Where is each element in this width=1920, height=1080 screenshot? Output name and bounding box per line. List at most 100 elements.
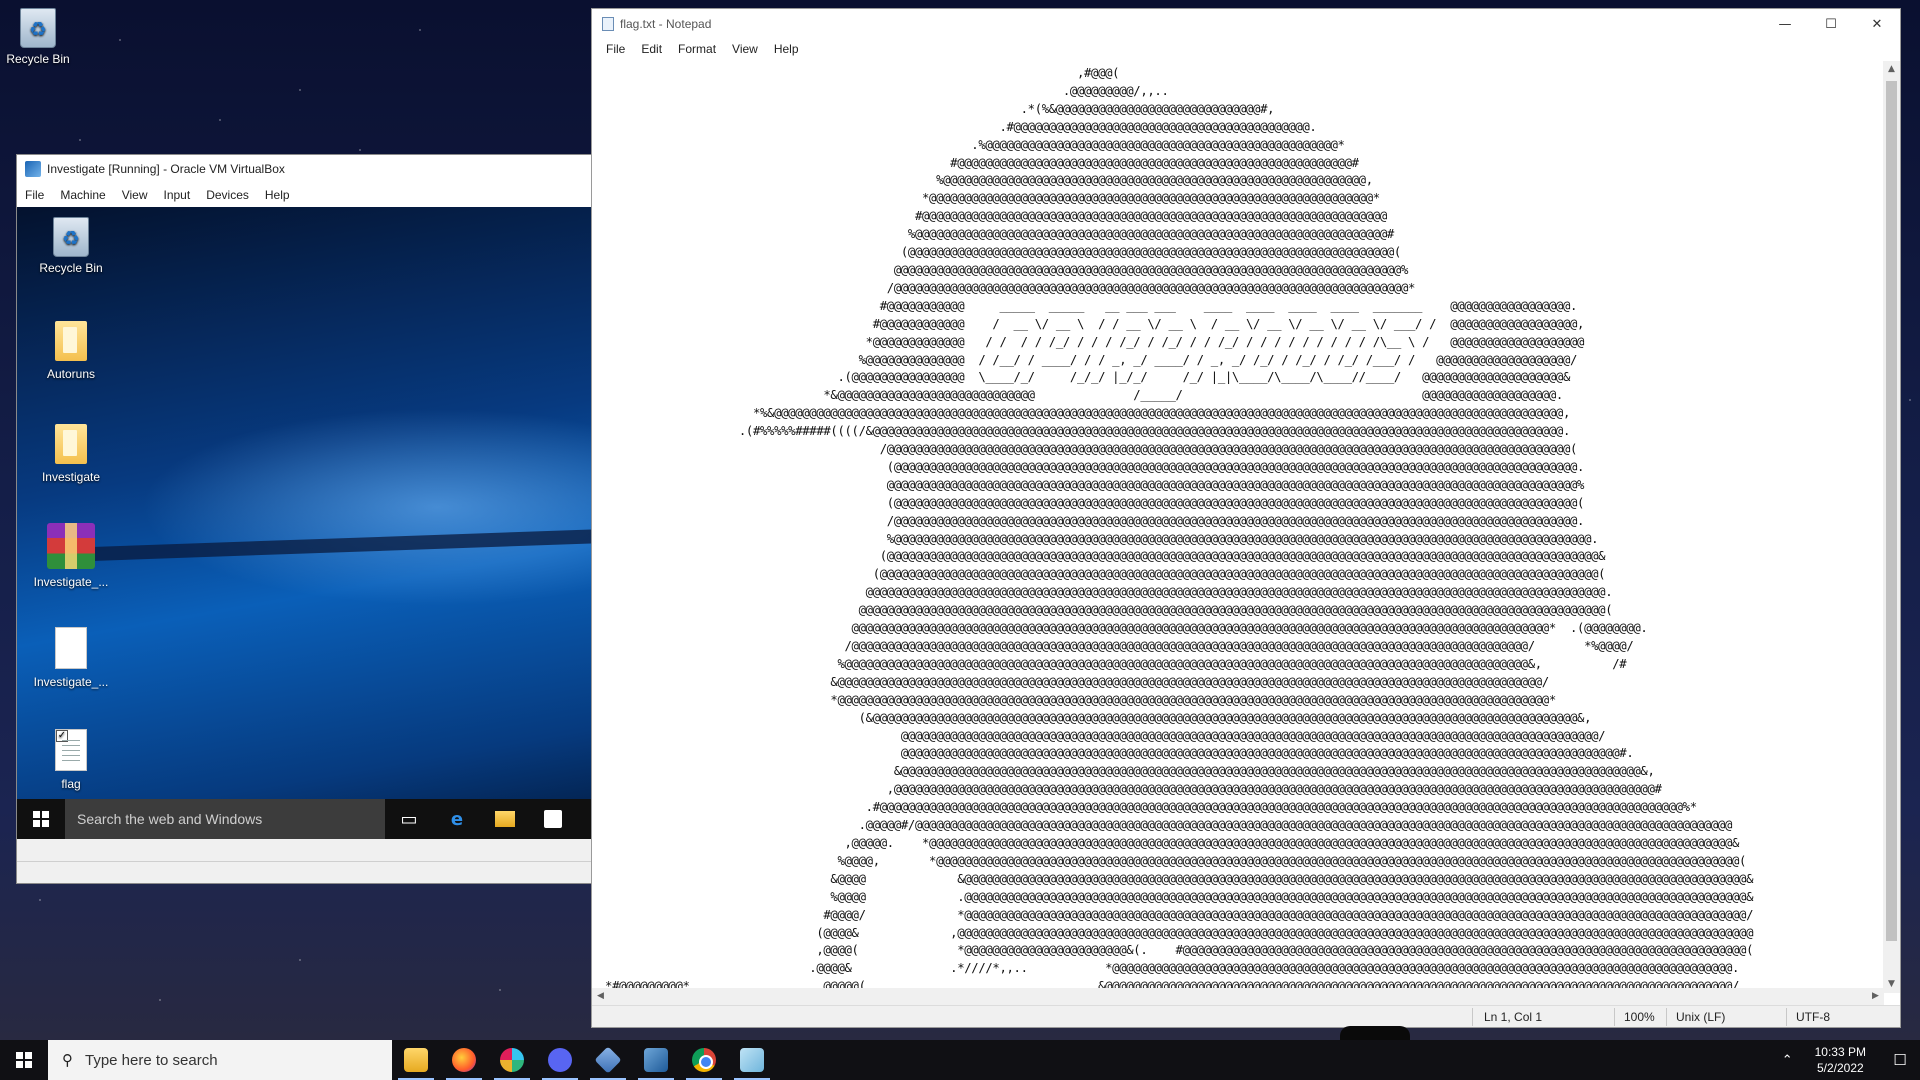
notepad-window: flag.txt - Notepad — ☐ ✕ File Edit Forma…: [591, 8, 1901, 1028]
start-button[interactable]: [0, 1040, 48, 1080]
firefox-icon: [452, 1048, 476, 1072]
minimize-button[interactable]: —: [1762, 9, 1808, 39]
taskbar-file-explorer[interactable]: [392, 1040, 440, 1080]
notepad-icon: [740, 1048, 764, 1072]
clock-date: 5/2/2022: [1816, 1061, 1864, 1075]
zoom-level: 100%: [1624, 1010, 1655, 1024]
encoding: UTF-8: [1796, 1010, 1830, 1024]
guest-recycle-bin-label: Recycle Bin: [39, 261, 103, 275]
wireshark-icon: [644, 1048, 668, 1072]
guest-autoruns[interactable]: Autoruns: [29, 321, 113, 381]
wallpaper-beam: [76, 526, 591, 562]
close-button[interactable]: ✕: [1854, 9, 1900, 39]
guest-investigate-label: Investigate: [41, 470, 101, 484]
notepad-icon: [602, 17, 614, 31]
virtualbox-title: Investigate [Running] - Oracle VM Virtua…: [47, 162, 285, 176]
vbox-menu-input[interactable]: Input: [164, 188, 191, 202]
vbox-menu-file[interactable]: File: [25, 188, 44, 202]
checkbox-icon[interactable]: ✓: [56, 730, 68, 742]
host-recycle-bin[interactable]: Recycle Bin: [0, 8, 76, 66]
scroll-thumb[interactable]: [1886, 81, 1897, 941]
scroll-up-icon[interactable]: ▲: [1883, 61, 1900, 78]
notepad-titlebar[interactable]: flag.txt - Notepad — ☐ ✕: [592, 9, 1900, 39]
maximize-button[interactable]: ☐: [1808, 9, 1854, 39]
guest-investigate-archive-label: Investigate_...: [33, 575, 109, 589]
notification-center-icon[interactable]: ☐: [1880, 1040, 1920, 1080]
scroll-left-icon[interactable]: ◀: [592, 988, 609, 1005]
guest-start-button[interactable]: [17, 799, 65, 839]
clock-time: 10:33 PM: [1814, 1045, 1866, 1059]
scroll-right-icon[interactable]: ▶: [1867, 988, 1884, 1005]
winrar-archive-icon: [47, 523, 95, 569]
scroll-down-icon[interactable]: ▼: [1883, 976, 1900, 993]
virtualbox-icon: [25, 161, 41, 177]
virtualbox-menubar: File Machine View Input Devices Help: [17, 183, 591, 207]
notepad-title: flag.txt - Notepad: [620, 17, 712, 31]
edge-icon[interactable]: e: [433, 799, 481, 839]
guest-search-box[interactable]: Search the web and Windows: [65, 799, 385, 839]
vertical-scrollbar[interactable]: ▲ ▼: [1883, 61, 1900, 993]
folder-icon: [55, 424, 87, 464]
np-menu-view[interactable]: View: [724, 42, 766, 56]
guest-recycle-bin[interactable]: Recycle Bin: [29, 217, 113, 275]
horizontal-scrollbar[interactable]: ◀ ▶: [592, 988, 1884, 1005]
guest-taskbar: Search the web and Windows ▭ e: [17, 799, 591, 839]
window-controls: — ☐ ✕: [1762, 9, 1900, 39]
system-tray: ⌃ 10:33 PM 5/2/2022 ☐: [1782, 1040, 1920, 1080]
taskbar-search-placeholder: Type here to search: [85, 1051, 218, 1069]
slack-icon: [500, 1048, 524, 1072]
file-explorer-icon[interactable]: [481, 799, 529, 839]
np-menu-file[interactable]: File: [598, 42, 633, 56]
guest-flag-label: flag: [61, 777, 81, 791]
windows-logo-icon: [16, 1052, 32, 1068]
virtualbox-icon: [594, 1046, 622, 1074]
search-icon: ⚲: [62, 1051, 73, 1069]
folder-icon: [55, 321, 87, 361]
wallpaper-figure: [1340, 1026, 1410, 1040]
text-file-icon: ✓: [55, 729, 87, 771]
vbox-menu-help[interactable]: Help: [265, 188, 290, 202]
vbox-menu-machine[interactable]: Machine: [60, 188, 105, 202]
notepad-statusbar: Ln 1, Col 1 100% Unix (LF) UTF-8: [592, 1005, 1900, 1027]
notepad-menubar: File Edit Format View Help: [592, 39, 1900, 59]
guest-autoruns-label: Autoruns: [46, 367, 96, 381]
vbox-menu-view[interactable]: View: [122, 188, 148, 202]
guest-investigate-archive[interactable]: Investigate_...: [29, 523, 113, 589]
file-explorer-icon: [404, 1048, 428, 1072]
guest-investigate-folder[interactable]: Investigate: [29, 424, 113, 484]
host-recycle-bin-label: Recycle Bin: [6, 52, 70, 66]
recycle-bin-icon: [20, 8, 56, 48]
guest-desktop[interactable]: Recycle Bin Autoruns Investigate Investi…: [17, 207, 591, 839]
taskbar-discord[interactable]: [536, 1040, 584, 1080]
chrome-icon: [692, 1048, 716, 1072]
windows-logo-icon: [33, 811, 49, 827]
chevron-up-icon[interactable]: ⌃: [1782, 1053, 1793, 1068]
taskbar-firefox[interactable]: [440, 1040, 488, 1080]
taskbar-slack[interactable]: [488, 1040, 536, 1080]
taskbar-chrome[interactable]: [680, 1040, 728, 1080]
clock[interactable]: 10:33 PM 5/2/2022: [1815, 1044, 1866, 1076]
vbox-menu-devices[interactable]: Devices: [206, 188, 249, 202]
np-menu-format[interactable]: Format: [670, 42, 724, 56]
virtualbox-window: Investigate [Running] - Oracle VM Virtua…: [16, 154, 592, 884]
taskbar-notepad[interactable]: [728, 1040, 776, 1080]
recycle-bin-icon: [53, 217, 89, 257]
task-view-icon[interactable]: ▭: [385, 799, 433, 839]
guest-investigate-file-label: Investigate_...: [33, 675, 109, 689]
taskbar-virtualbox[interactable]: [584, 1040, 632, 1080]
taskbar-wireshark[interactable]: [632, 1040, 680, 1080]
store-icon[interactable]: [529, 799, 577, 839]
blank-file-icon: [55, 627, 87, 669]
virtualbox-statusbar: [17, 861, 591, 883]
flag-ascii-art: ,#@@@( .@@@@@@@@@/,,.. .*(%&@@@@@@@@@@@@…: [605, 66, 1754, 993]
cursor-position: Ln 1, Col 1: [1484, 1010, 1543, 1024]
notepad-text-area[interactable]: ,#@@@( .@@@@@@@@@/,,.. .*(%&@@@@@@@@@@@@…: [592, 61, 1884, 993]
guest-flag-file[interactable]: ✓ flag: [29, 729, 113, 791]
host-taskbar: ⚲ Type here to search ⌃ 10:33 PM 5/2/202…: [0, 1040, 1920, 1080]
np-menu-edit[interactable]: Edit: [633, 42, 670, 56]
virtualbox-titlebar[interactable]: Investigate [Running] - Oracle VM Virtua…: [17, 155, 591, 183]
np-menu-help[interactable]: Help: [766, 42, 807, 56]
taskbar-search-box[interactable]: ⚲ Type here to search: [48, 1040, 392, 1080]
guest-investigate-file[interactable]: Investigate_...: [29, 627, 113, 689]
discord-icon: [548, 1048, 572, 1072]
